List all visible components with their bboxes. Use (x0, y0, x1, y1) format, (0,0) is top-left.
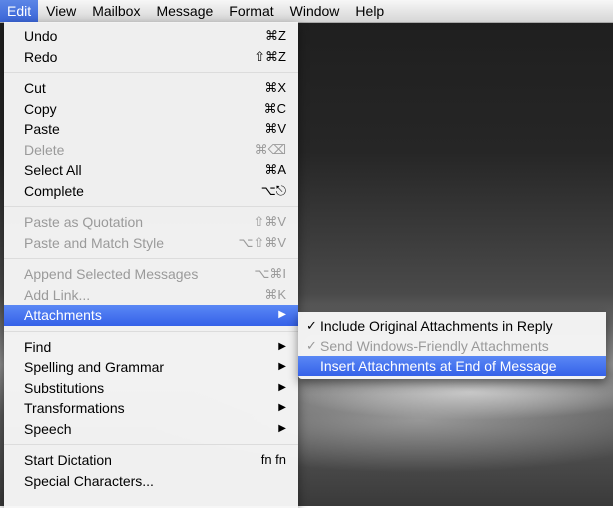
copy-label: Copy (24, 100, 57, 117)
speech-item[interactable]: Speech ▶ (4, 419, 298, 440)
submenu-arrow-icon: ▶ (278, 402, 286, 413)
paste-item[interactable]: Paste ⌘V (4, 119, 298, 140)
complete-shortcut: ⌥⎋ (260, 182, 286, 198)
speech-label: Speech (24, 420, 72, 437)
submenu-arrow-icon: ▶ (278, 422, 286, 434)
menu-separator (4, 330, 298, 332)
copy-shortcut: ⌘C (263, 100, 286, 116)
menu-separator (4, 258, 298, 259)
submenu-arrow-icon: ▶ (278, 381, 286, 393)
complete-label: Complete (24, 182, 84, 199)
insert-attachments-at-end-label: Insert Attachments at End of Message (320, 358, 557, 374)
start-dictation-item[interactable]: Start Dictation fn fn (4, 450, 298, 471)
undo-item[interactable]: Undo ⌘Z (4, 26, 298, 47)
menu-edit[interactable]: Edit (0, 0, 39, 22)
select-all-shortcut: ⌘A (264, 162, 286, 177)
menu-bar: Edit View Mailbox Message Format Window … (0, 0, 613, 23)
cut-shortcut: ⌘X (264, 80, 286, 95)
insert-attachments-at-end-item[interactable]: Insert Attachments at End of Message (298, 356, 606, 376)
special-characters-label: Special Characters... (24, 472, 154, 489)
select-all-label: Select All (24, 162, 82, 178)
append-selected-messages-item: Append Selected Messages ⌥⌘I (4, 264, 298, 285)
redo-label: Redo (24, 48, 58, 65)
redo-shortcut: ⇧⌘Z (254, 48, 286, 64)
paste-shortcut: ⌘V (264, 121, 286, 136)
submenu-arrow-icon: ▶ (278, 361, 286, 372)
undo-shortcut: ⌘Z (265, 28, 286, 43)
append-selected-messages-label: Append Selected Messages (24, 266, 199, 282)
paste-match-style-shortcut: ⌥⇧⌘V (238, 234, 286, 250)
menu-help[interactable]: Help (347, 0, 392, 22)
edit-menu-dropdown: Undo ⌘Z Redo ⇧⌘Z Cut ⌘X Copy ⌘C Paste ⌘V Dele… (4, 22, 298, 508)
include-original-attachments-label: Include Original Attachments in Reply (320, 318, 553, 334)
menu-message[interactable]: Message (148, 0, 221, 22)
special-characters-item[interactable]: Special Characters... (4, 471, 298, 492)
substitutions-label: Substitutions (24, 379, 105, 396)
paste-as-quotation-item: Paste as Quotation ⇧⌘V (4, 212, 298, 233)
paste-label: Paste (24, 121, 60, 137)
spelling-grammar-item[interactable]: Spelling and Grammar ▶ (4, 357, 298, 378)
complete-item[interactable]: Complete ⌥⎋ (4, 181, 298, 202)
select-all-item[interactable]: Select All ⌘A (4, 160, 298, 181)
attachments-item[interactable]: Attachments ▶ (4, 305, 298, 326)
cut-label: Cut (24, 80, 46, 96)
start-dictation-shortcut: fn fn (260, 452, 286, 467)
include-original-attachments-item[interactable]: ✓ Include Original Attachments in Reply (298, 316, 606, 336)
attachments-label: Attachments (24, 307, 102, 323)
add-link-shortcut: ⌘K (264, 286, 286, 302)
paste-as-quotation-label: Paste as Quotation (24, 214, 144, 230)
menu-format[interactable]: Format (221, 0, 281, 22)
submenu-arrow-icon: ▶ (278, 340, 286, 352)
start-dictation-label: Start Dictation (24, 452, 112, 468)
menu-mailbox[interactable]: Mailbox (84, 0, 148, 22)
delete-item: Delete ⌘⌫ (4, 140, 298, 161)
cut-item[interactable]: Cut ⌘X (4, 78, 298, 99)
menu-separator (4, 206, 298, 207)
menu-separator (4, 444, 298, 445)
menu-window[interactable]: Window (282, 0, 348, 22)
transformations-item[interactable]: Transformations ▶ (4, 398, 298, 419)
spelling-grammar-label: Spelling and Grammar (24, 359, 165, 375)
append-selected-messages-shortcut: ⌥⌘I (254, 266, 286, 281)
windows-friendly-attachments-label: Send Windows-Friendly Attachments (320, 338, 549, 354)
paste-as-quotation-shortcut: ⇧⌘V (253, 214, 286, 229)
paste-match-style-item: Paste and Match Style ⌥⇧⌘V (4, 233, 298, 254)
redo-item[interactable]: Redo ⇧⌘Z (4, 47, 298, 68)
add-link-item: Add Link... ⌘K (4, 285, 298, 306)
windows-friendly-attachments-item: ✓ Send Windows-Friendly Attachments (298, 336, 606, 356)
transformations-label: Transformations (24, 400, 125, 416)
undo-label: Undo (24, 28, 58, 44)
copy-item[interactable]: Copy ⌘C (4, 99, 298, 120)
menu-view[interactable]: View (38, 0, 84, 22)
substitutions-item[interactable]: Substitutions ▶ (4, 378, 298, 399)
checkmark-icon: ✓ (306, 318, 317, 333)
menu-separator (4, 72, 298, 73)
attachments-submenu: ✓ Include Original Attachments in Reply ✓… (298, 312, 606, 379)
find-label: Find (24, 338, 52, 355)
add-link-label: Add Link... (24, 286, 91, 303)
paste-match-style-label: Paste and Match Style (24, 234, 165, 251)
delete-label: Delete (24, 141, 65, 158)
find-item[interactable]: Find ▶ (4, 337, 298, 358)
delete-shortcut: ⌘⌫ (254, 141, 286, 157)
checkmark-icon: ✓ (306, 338, 317, 353)
submenu-arrow-icon: ▶ (278, 309, 286, 320)
